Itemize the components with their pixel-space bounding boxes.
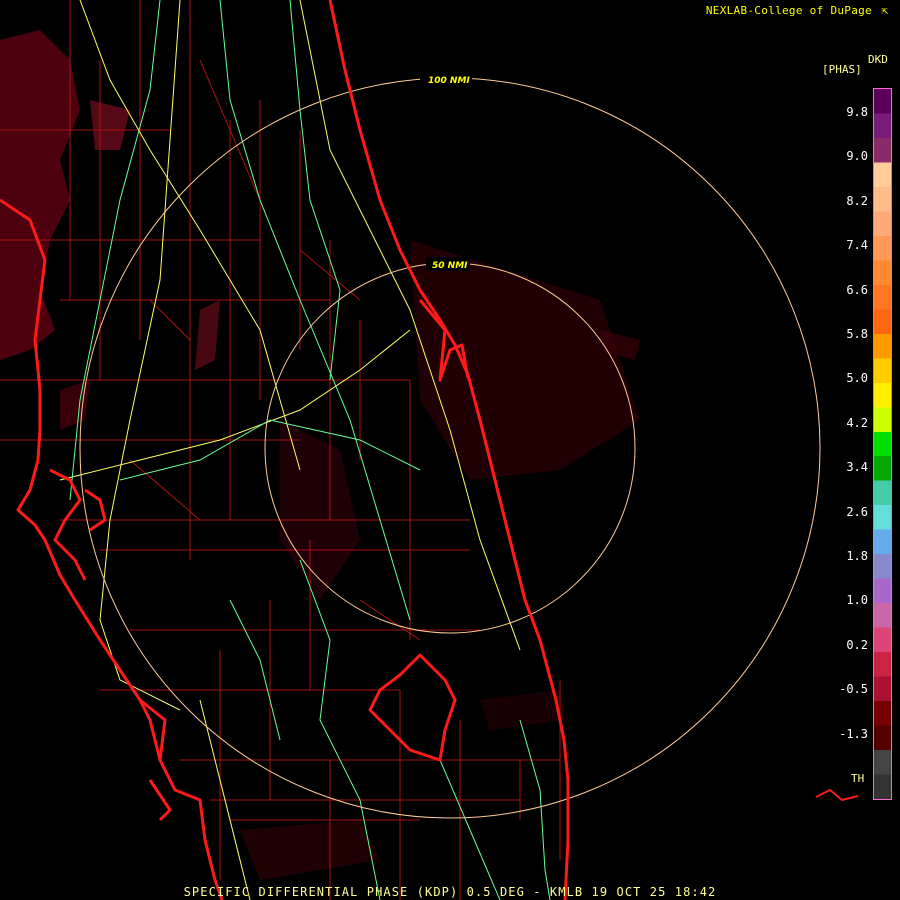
colorbar-tick: 6.6 [846,282,868,297]
credit-text: NEXLAB-College of DuPage [705,4,872,17]
legend-product-code: DKD [868,53,888,66]
colorbar-tick: 5.8 [846,327,868,341]
colorbar-tick: 4.2 [846,415,868,430]
threshold-label: TH [851,772,865,785]
colorbar-tick: 0.2 [846,637,868,652]
colorbar-tick: 9.0 [846,149,868,164]
colorbar-tick: 8.2 [846,193,868,208]
product-footer: SPECIFIC DIFFERENTIAL PHASE (KDP) 0.5 DE… [183,885,717,899]
cursor-icon[interactable]: ⇱ [881,4,888,17]
colorbar-tick: 5.0 [846,371,868,386]
colorbar [873,88,892,800]
legend-unit: [PHAS] [822,63,862,76]
colorbar-tick: -1.3 [839,726,868,741]
colorbar-tick: 9.8 [846,105,868,119]
legend-title: [PHAS] DKD [820,52,896,78]
colorbar-tick: -0.5 [839,682,868,697]
colorbar-tick: 2.6 [846,504,868,519]
ring-label-50nmi: 50 NMI [432,261,468,271]
ring-label-100nmi: 100 NMI [428,76,470,86]
precipitation-echoes [0,30,640,880]
colorbar-tick: 1.8 [846,549,868,563]
colorbar-tick: 1.0 [846,593,868,608]
radar-map: 100 NMI 50 NMI [0,0,859,900]
coastline [0,0,859,900]
colorbar-tick: 3.4 [846,460,868,475]
colorbar-tick: 7.4 [846,238,868,253]
